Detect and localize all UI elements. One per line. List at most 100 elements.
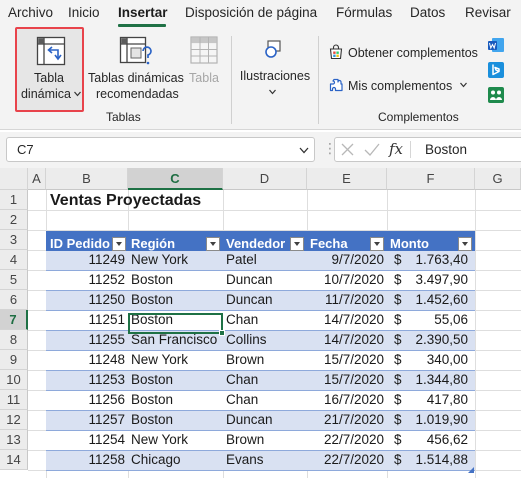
cell-id[interactable]: 11256 [46, 390, 125, 410]
cell-id[interactable]: 11253 [46, 370, 125, 390]
cell-amount[interactable]: 1.019,90 [404, 410, 468, 430]
cell-id[interactable]: 11258 [46, 450, 125, 470]
cell-seller[interactable]: Patel [226, 250, 306, 270]
cell-amount[interactable]: 1.344,80 [404, 370, 468, 390]
cell-region[interactable]: Boston [131, 370, 221, 390]
column-header-g[interactable]: G [475, 168, 521, 190]
row-header-8[interactable]: 8 [0, 330, 28, 350]
illustrations-label[interactable]: Ilustraciones [239, 68, 311, 84]
name-box[interactable]: C7 [6, 137, 315, 162]
column-header-a[interactable]: A [28, 168, 46, 190]
word-addin-icon[interactable] [487, 36, 505, 54]
table-resize-handle[interactable] [468, 467, 474, 473]
cell-seller[interactable]: Duncan [226, 290, 306, 310]
column-header-e[interactable]: E [307, 168, 387, 190]
cell-date[interactable]: 22/7/2020 [307, 430, 384, 450]
cell-id[interactable]: 11254 [46, 430, 125, 450]
tab-datos[interactable]: Datos [410, 5, 445, 20]
cell-date[interactable]: 9/7/2020 [307, 250, 384, 270]
column-header-b[interactable]: B [46, 168, 128, 190]
cell-id[interactable]: 11248 [46, 350, 125, 370]
cell-region[interactable]: Boston [131, 290, 221, 310]
cell-amount[interactable]: 417,80 [404, 390, 468, 410]
cell-date[interactable]: 14/7/2020 [307, 330, 384, 350]
cell-id[interactable]: 11249 [46, 250, 125, 270]
cell-region[interactable]: New York [131, 250, 221, 270]
cell-id[interactable]: 11257 [46, 410, 125, 430]
column-header-d[interactable]: D [223, 168, 307, 190]
cell-amount[interactable]: 456,62 [404, 430, 468, 450]
cell-seller[interactable]: Chan [226, 310, 306, 330]
row-header-12[interactable]: 12 [0, 410, 28, 430]
recommended-pivot-label-1[interactable]: Tablas dinámicas [88, 70, 184, 86]
filter-dropdown-icon[interactable] [458, 237, 472, 251]
tab-revisar[interactable]: Revisar [465, 5, 511, 20]
row-header-10[interactable]: 10 [0, 370, 28, 390]
people-graph-icon[interactable] [487, 86, 505, 104]
cell-region[interactable]: Chicago [131, 450, 221, 470]
select-all-corner[interactable] [0, 168, 28, 190]
tab-archivo[interactable]: Archivo [8, 5, 53, 20]
enter-check-icon[interactable] [364, 143, 380, 156]
bing-icon[interactable] [487, 61, 505, 79]
cell-id[interactable]: 11251 [46, 310, 125, 330]
row-header-11[interactable]: 11 [0, 390, 28, 410]
cell-region[interactable]: Boston [131, 410, 221, 430]
cell-date[interactable]: 10/7/2020 [307, 270, 384, 290]
cell-amount[interactable]: 1.452,60 [404, 290, 468, 310]
row-header-6[interactable]: 6 [0, 290, 28, 310]
column-header-c[interactable]: C [128, 168, 223, 190]
column-header-f[interactable]: F [387, 168, 475, 190]
row-header-1[interactable]: 1 [0, 190, 28, 210]
row-header-14[interactable]: 14 [0, 450, 28, 470]
cell-id[interactable]: 11255 [46, 330, 125, 350]
chevron-down-icon[interactable] [460, 82, 467, 88]
tab-insertar[interactable]: Insertar [118, 5, 168, 20]
cell-region[interactable]: New York [131, 350, 221, 370]
row-header-7[interactable]: 7 [0, 310, 28, 330]
cell-date[interactable]: 15/7/2020 [307, 350, 384, 370]
cell-date[interactable]: 14/7/2020 [307, 310, 384, 330]
filter-dropdown-icon[interactable] [206, 237, 220, 251]
cell-seller[interactable]: Brown [226, 350, 306, 370]
cell-date[interactable]: 16/7/2020 [307, 390, 384, 410]
table-label[interactable]: Tabla [186, 70, 222, 86]
filter-dropdown-icon[interactable] [290, 237, 304, 251]
row-header-4[interactable]: 4 [0, 250, 28, 270]
tab-disposicion[interactable]: Disposición de página [185, 5, 317, 20]
cell-region[interactable]: New York [131, 430, 221, 450]
cell-seller[interactable]: Chan [226, 370, 306, 390]
cell-amount[interactable]: 1.763,40 [404, 250, 468, 270]
function-icon[interactable]: fx [389, 140, 403, 158]
filter-dropdown-icon[interactable] [370, 237, 384, 251]
cell-id[interactable]: 11250 [46, 290, 125, 310]
cancel-icon[interactable] [341, 143, 354, 156]
cell-amount[interactable]: 1.514,88 [404, 450, 468, 470]
cell-amount[interactable]: 3.497,90 [404, 270, 468, 290]
cell-amount[interactable]: 2.390,50 [404, 330, 468, 350]
chevron-down-icon[interactable] [299, 147, 309, 154]
cell-amount[interactable]: 55,06 [404, 310, 468, 330]
cell-seller[interactable]: Duncan [226, 410, 306, 430]
row-header-13[interactable]: 13 [0, 430, 28, 450]
row-header-3[interactable]: 3 [0, 230, 28, 250]
fill-handle[interactable] [219, 330, 225, 336]
get-addins-button[interactable]: Obtener complementos [348, 45, 478, 61]
cell-date[interactable]: 21/7/2020 [307, 410, 384, 430]
row-header-5[interactable]: 5 [0, 270, 28, 290]
cell-seller[interactable]: Collins [226, 330, 306, 350]
cell-region[interactable]: Boston [131, 390, 221, 410]
sheet-title[interactable]: Ventas Proyectadas [50, 192, 201, 210]
row-header-2[interactable]: 2 [0, 210, 28, 230]
filter-dropdown-icon[interactable] [112, 237, 126, 251]
cell-date[interactable]: 11/7/2020 [307, 290, 384, 310]
my-addins-button[interactable]: Mis complementos [348, 78, 452, 94]
recommended-pivot-icon[interactable] [119, 36, 153, 68]
cell-date[interactable]: 22/7/2020 [307, 450, 384, 470]
row-header-9[interactable]: 9 [0, 350, 28, 370]
cell-date[interactable]: 15/7/2020 [307, 370, 384, 390]
cell-id[interactable]: 11252 [46, 270, 125, 290]
tab-inicio[interactable]: Inicio [68, 5, 100, 20]
cell-seller[interactable]: Brown [226, 430, 306, 450]
cell-amount[interactable]: 340,00 [404, 350, 468, 370]
